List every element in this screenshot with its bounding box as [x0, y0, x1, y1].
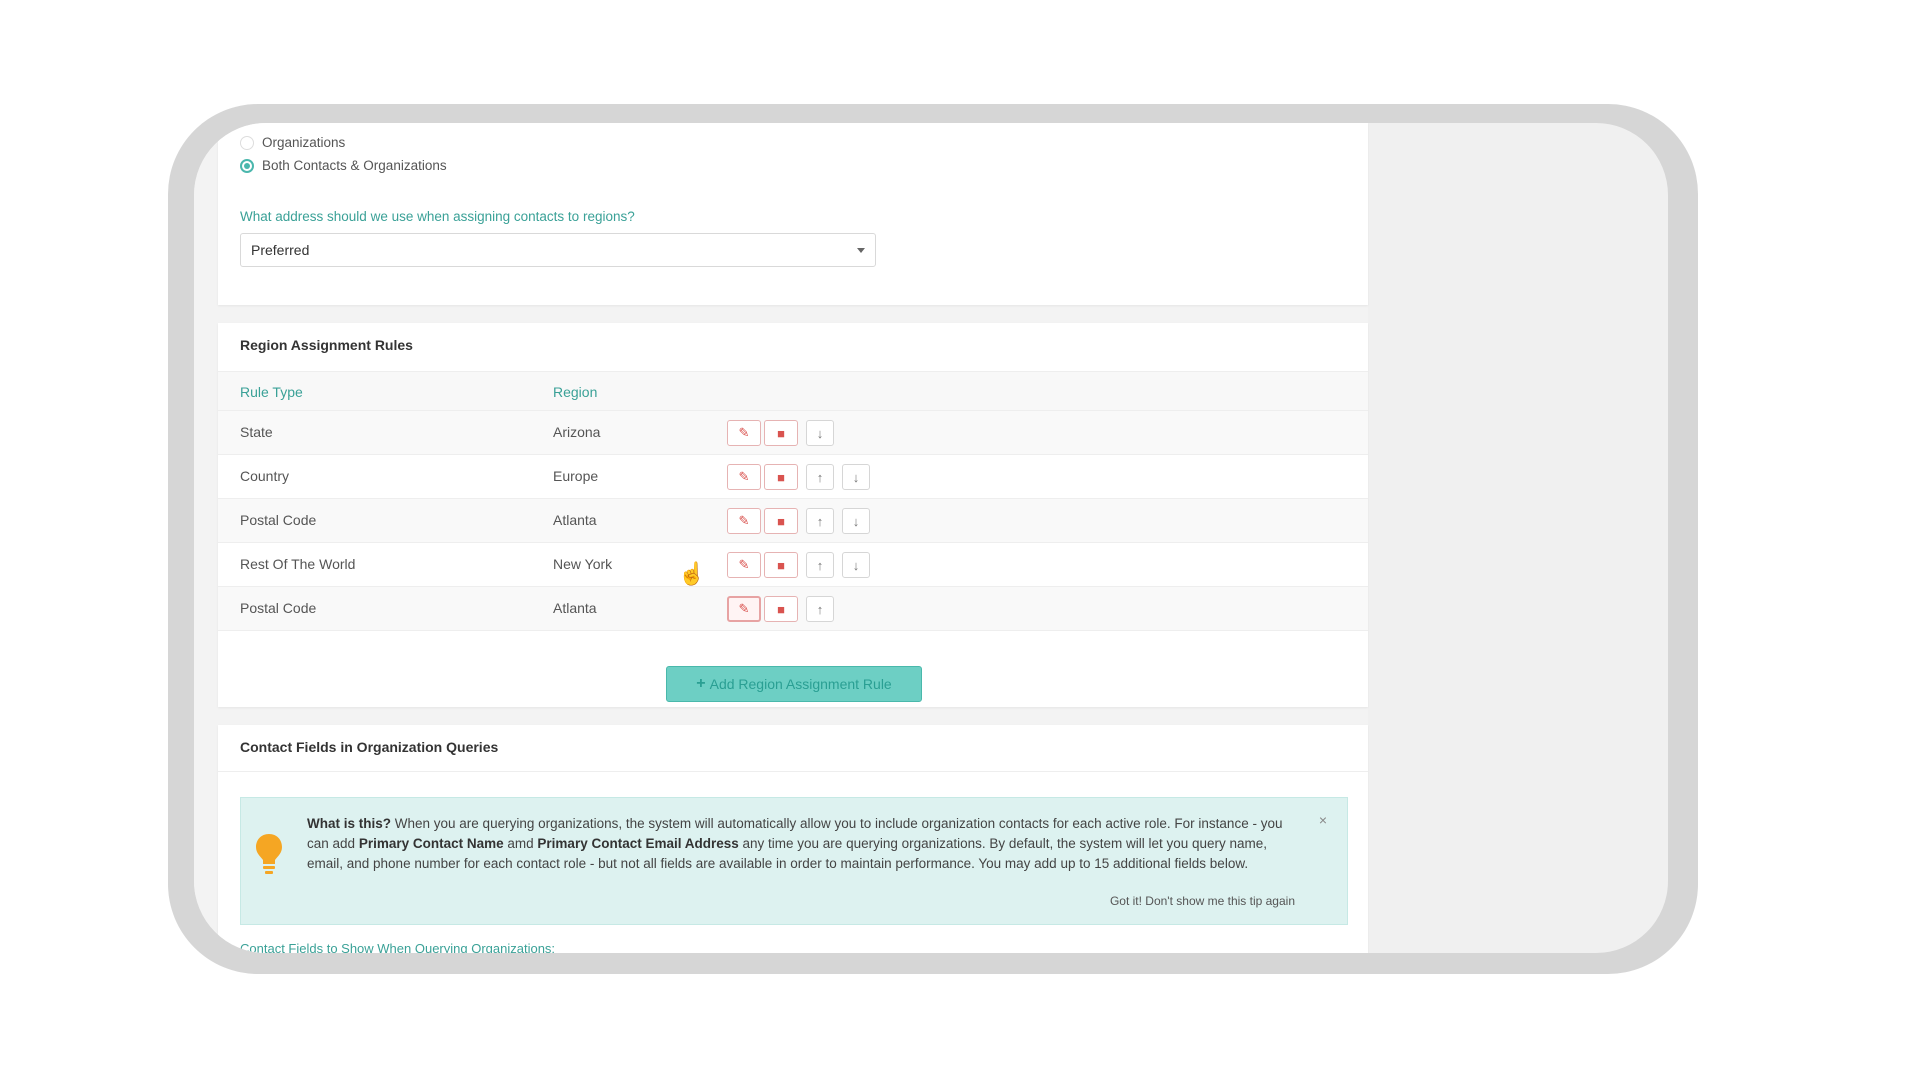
edit-button[interactable]: ✎	[727, 596, 761, 622]
main-content: Organizations Both Contacts & Organizati…	[194, 123, 1368, 953]
rule-type-cell: State	[240, 424, 273, 440]
trash-icon: ■	[777, 513, 785, 529]
arrow-up-icon: ↑	[816, 513, 824, 529]
screen: Organizations Both Contacts & Organizati…	[194, 123, 1668, 953]
radio-button-checked[interactable]	[240, 158, 254, 173]
contact-fields-label: Contact Fields to Show When Querying Org…	[240, 941, 556, 953]
edit-button[interactable]: ✎	[727, 464, 761, 490]
section-title: Contact Fields in Organization Queries	[240, 739, 499, 755]
address-question: What address should we use when assignin…	[240, 209, 635, 224]
address-select[interactable]: Preferred	[240, 233, 876, 267]
edit-button[interactable]: ✎	[727, 552, 761, 578]
trash-icon: ■	[777, 425, 785, 441]
tip-bold-term: Primary Contact Name	[358, 836, 504, 851]
arrow-down-icon: ↓	[852, 469, 860, 485]
section-title: Region Assignment Rules	[240, 337, 413, 353]
column-header-region: Region	[553, 384, 598, 400]
move-down-button[interactable]: ↓	[842, 508, 870, 534]
arrow-down-icon: ↓	[852, 513, 860, 529]
pencil-icon: ✎	[738, 557, 750, 572]
divider	[218, 771, 1368, 772]
hand-cursor-icon: ☝	[678, 561, 706, 586]
rule-type-cell: Postal Code	[240, 600, 317, 616]
radio-organizations[interactable]: Organizations	[240, 135, 345, 150]
add-button-label: Add Region Assignment Rule	[709, 676, 892, 692]
rule-type-cell: Rest Of The World	[240, 556, 356, 572]
delete-button[interactable]: ■	[764, 552, 798, 578]
move-up-button[interactable]: ↑	[806, 596, 834, 622]
region-cell: Atlanta	[553, 512, 597, 528]
tip-heading: What is this?	[307, 816, 391, 831]
tip-text-part: amd	[507, 836, 534, 851]
close-icon[interactable]: ×	[1319, 812, 1327, 828]
tip-bold-term: Primary Contact Email Address	[537, 836, 739, 851]
move-up-button[interactable]: ↑	[806, 464, 834, 490]
pencil-icon: ✎	[738, 513, 750, 528]
move-down-button[interactable]: ↓	[806, 420, 834, 446]
contact-fields-card: Contact Fields in Organization Queries W…	[218, 725, 1368, 953]
lightbulb-icon	[256, 834, 282, 874]
pencil-icon: ✎	[738, 425, 750, 440]
region-cell: New York	[553, 556, 613, 572]
column-header-rule-type: Rule Type	[240, 384, 303, 400]
table-header: Rule Type Region	[218, 371, 1368, 411]
radio-button[interactable]	[240, 135, 254, 150]
arrow-down-icon: ↓	[816, 425, 824, 441]
arrow-down-icon: ↓	[852, 557, 860, 573]
region-rules-card: Region Assignment Rules Rule Type Region…	[218, 323, 1368, 707]
select-value: Preferred	[251, 242, 310, 258]
rule-type-cell: Country	[240, 468, 290, 484]
trash-icon: ■	[777, 469, 785, 485]
table-row: Postal Code Atlanta ✎ ■ ↑	[218, 587, 1368, 631]
region-cell: Europe	[553, 468, 599, 484]
trash-icon: ■	[777, 557, 785, 573]
table-row: Country Europe ✎ ■ ↑ ↓	[218, 455, 1368, 499]
table-row: State Arizona ✎ ■ ↓	[218, 411, 1368, 455]
delete-button[interactable]: ■	[764, 596, 798, 622]
move-up-button[interactable]: ↑	[806, 552, 834, 578]
radio-label: Both Contacts & Organizations	[262, 158, 447, 173]
tip-box: What is this? When you are querying orga…	[240, 797, 1348, 925]
arrow-up-icon: ↑	[816, 557, 824, 573]
radio-label: Organizations	[262, 135, 346, 150]
rule-type-cell: Postal Code	[240, 512, 317, 528]
region-cell: Arizona	[553, 424, 601, 440]
delete-button[interactable]: ■	[764, 464, 798, 490]
table-row: Postal Code Atlanta ✎ ■ ↑ ↓	[218, 499, 1368, 543]
add-region-rule-button[interactable]: + Add Region Assignment Rule	[666, 666, 922, 702]
arrow-up-icon: ↑	[816, 601, 824, 617]
edit-button[interactable]: ✎	[727, 508, 761, 534]
pencil-icon: ✎	[738, 469, 750, 484]
delete-button[interactable]: ■	[764, 420, 798, 446]
pencil-icon: ✎	[738, 601, 750, 616]
move-down-button[interactable]: ↓	[842, 464, 870, 490]
delete-button[interactable]: ■	[764, 508, 798, 534]
trash-icon: ■	[777, 601, 785, 617]
edit-button[interactable]: ✎	[727, 420, 761, 446]
address-settings-card: Organizations Both Contacts & Organizati…	[218, 123, 1368, 305]
radio-both[interactable]: Both Contacts & Organizations	[240, 158, 447, 173]
arrow-up-icon: ↑	[816, 469, 824, 485]
move-up-button[interactable]: ↑	[806, 508, 834, 534]
region-cell: Atlanta	[553, 600, 597, 616]
tip-text: What is this? When you are querying orga…	[307, 814, 1297, 874]
move-down-button[interactable]: ↓	[842, 552, 870, 578]
dismiss-tip-link[interactable]: Got it! Don't show me this tip again	[1110, 894, 1295, 908]
plus-icon: +	[696, 675, 706, 692]
chevron-down-icon	[857, 247, 865, 253]
table-row: Rest Of The World New York ✎ ■ ↑ ↓	[218, 543, 1368, 587]
